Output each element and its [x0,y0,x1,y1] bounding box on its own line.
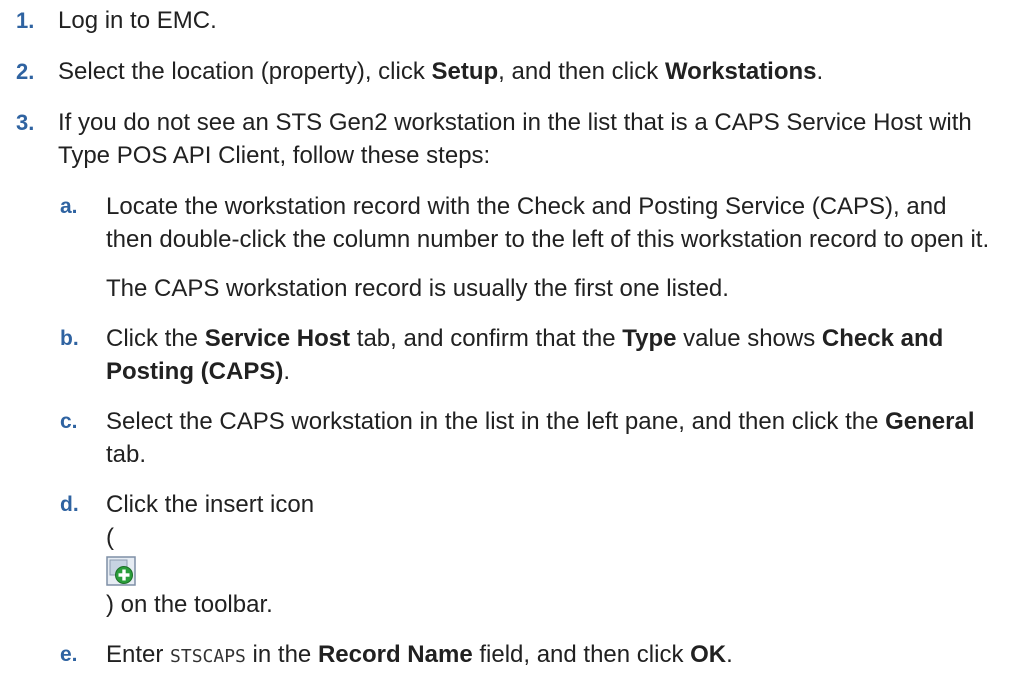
substep-letter: b. [60,327,79,350]
substep-letter: d. [60,493,79,516]
step-1: 1. Log in to EMC. [0,4,998,37]
step-text: , and then click [498,58,665,85]
step-text: Select the location (property), click [58,58,432,85]
substep-text: Select the CAPS workstation in the list … [106,408,886,435]
insert-record-icon [106,556,136,586]
substep-text: . [283,358,290,385]
substep-note: The CAPS workstation record is usually t… [106,275,729,302]
code-value: STSCAPS [170,646,246,667]
step-2: 2. Select the location (property), click… [0,55,998,88]
step-number: 3. [16,110,35,135]
substep-text: tab. [106,441,147,468]
substep-text: Click the insert icon [106,491,315,518]
document: 1. Log in to EMC. 2. Select the location… [0,0,1024,698]
substep-text: in the [245,641,318,668]
substep-letter: c. [60,410,78,433]
step-text: If you do not see an STS Gen2 workstatio… [58,109,972,169]
step-text: . [816,58,824,85]
substep-text: Click the [106,325,205,352]
record-name-term: Record Name [317,641,473,668]
substep-text: ) on the toolbar. [106,591,273,618]
step-text: Log in to EMC. [58,7,217,34]
substep-text: Locate the workstation record with the C… [106,193,990,253]
general-term: General [885,408,975,435]
substep-text: value shows [676,325,822,352]
substep-e: e. Enter STSCAPS in the Record Name fiel… [58,638,998,673]
setup-term: Setup [431,58,499,85]
substep-d: d. Click the insert icon ( ) on the tool… [58,488,998,621]
step-number: 1. [16,8,35,33]
substep-text: Enter [106,641,171,668]
open-paren: ( [106,524,114,551]
service-host-term: Service Host [204,325,351,352]
procedure-steps: 1. Log in to EMC. 2. Select the location… [0,4,1024,691]
substep-text: . [726,641,733,668]
step-number: 2. [16,59,35,84]
step-3: 3. If you do not see an STS Gen2 worksta… [0,106,998,673]
substep-text: field, and then click [472,641,691,668]
substep-letter: a. [60,195,78,218]
substep-c: c. Select the CAPS workstation in the li… [58,405,998,471]
ok-term: OK [690,641,727,668]
substep-text: tab, and confirm that the [350,325,623,352]
substep-letter: e. [60,643,78,666]
type-term: Type [622,325,677,352]
substep-a: a. Locate the workstation record with th… [58,190,998,305]
substep-b: b. Click the Service Host tab, and confi… [58,322,998,388]
workstations-term: Workstations [664,58,817,85]
substeps: a. Locate the workstation record with th… [58,190,998,673]
